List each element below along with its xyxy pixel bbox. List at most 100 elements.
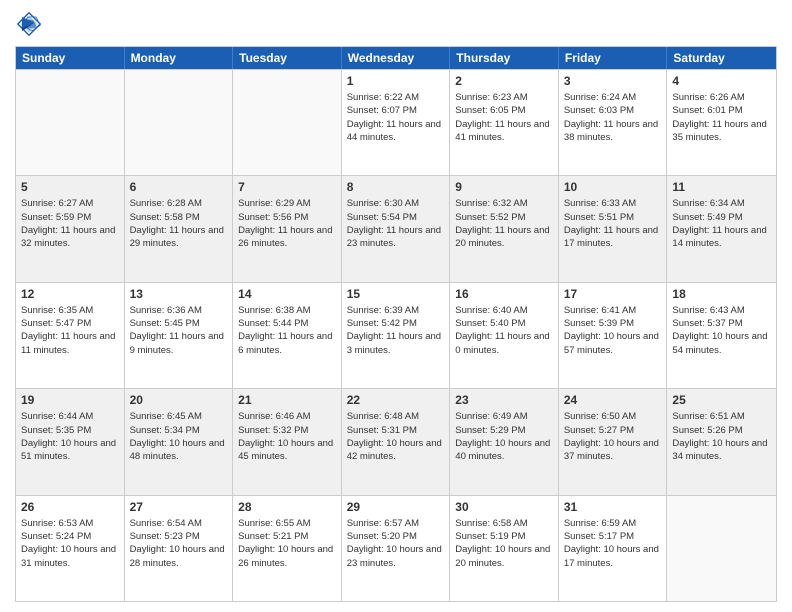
day-info: Sunrise: 6:23 AMSunset: 6:05 PMDaylight:… (455, 91, 553, 144)
cal-cell-3-7: 18 Sunrise: 6:43 AMSunset: 5:37 PMDayligh… (667, 283, 776, 388)
day-number: 29 (347, 500, 445, 514)
day-number: 25 (672, 393, 771, 407)
day-info: Sunrise: 6:30 AMSunset: 5:54 PMDaylight:… (347, 197, 445, 250)
day-info: Sunrise: 6:54 AMSunset: 5:23 PMDaylight:… (130, 517, 228, 570)
header-day-saturday: Saturday (667, 47, 776, 69)
day-info: Sunrise: 6:41 AMSunset: 5:39 PMDaylight:… (564, 304, 662, 357)
header-day-thursday: Thursday (450, 47, 559, 69)
day-info: Sunrise: 6:38 AMSunset: 5:44 PMDaylight:… (238, 304, 336, 357)
week-row-3: 12 Sunrise: 6:35 AMSunset: 5:47 PMDayligh… (16, 282, 776, 388)
day-number: 2 (455, 74, 553, 88)
day-info: Sunrise: 6:53 AMSunset: 5:24 PMDaylight:… (21, 517, 119, 570)
cal-cell-5-6: 31 Sunrise: 6:59 AMSunset: 5:17 PMDayligh… (559, 496, 668, 601)
day-number: 3 (564, 74, 662, 88)
cal-cell-2-6: 10 Sunrise: 6:33 AMSunset: 5:51 PMDayligh… (559, 176, 668, 281)
day-info: Sunrise: 6:29 AMSunset: 5:56 PMDaylight:… (238, 197, 336, 250)
day-number: 20 (130, 393, 228, 407)
day-number: 8 (347, 180, 445, 194)
day-info: Sunrise: 6:55 AMSunset: 5:21 PMDaylight:… (238, 517, 336, 570)
day-info: Sunrise: 6:32 AMSunset: 5:52 PMDaylight:… (455, 197, 553, 250)
day-number: 5 (21, 180, 119, 194)
day-number: 6 (130, 180, 228, 194)
calendar: SundayMondayTuesdayWednesdayThursdayFrid… (15, 46, 777, 602)
day-info: Sunrise: 6:28 AMSunset: 5:58 PMDaylight:… (130, 197, 228, 250)
day-number: 10 (564, 180, 662, 194)
day-info: Sunrise: 6:51 AMSunset: 5:26 PMDaylight:… (672, 410, 771, 463)
day-info: Sunrise: 6:59 AMSunset: 5:17 PMDaylight:… (564, 517, 662, 570)
cal-cell-3-5: 16Sunrise: 6:40 AMSunset: 5:40 PMDayligh… (450, 283, 559, 388)
day-number: 7 (238, 180, 336, 194)
day-info: Sunrise: 6:46 AMSunset: 5:32 PMDaylight:… (238, 410, 336, 463)
day-info: Sunrise: 6:44 AMSunset: 5:35 PMDaylight:… (21, 410, 119, 463)
calendar-body: 1 Sunrise: 6:22 AMSunset: 6:07 PMDaylight… (16, 69, 776, 601)
cal-cell-4-3: 21 Sunrise: 6:46 AMSunset: 5:32 PMDayligh… (233, 389, 342, 494)
day-number: 21 (238, 393, 336, 407)
day-number: 27 (130, 500, 228, 514)
header-day-tuesday: Tuesday (233, 47, 342, 69)
day-info: Sunrise: 6:45 AMSunset: 5:34 PMDaylight:… (130, 410, 228, 463)
cal-cell-2-2: 6 Sunrise: 6:28 AMSunset: 5:58 PMDaylight… (125, 176, 234, 281)
day-number: 26 (21, 500, 119, 514)
day-number: 12 (21, 287, 119, 301)
calendar-header-row: SundayMondayTuesdayWednesdayThursdayFrid… (16, 47, 776, 69)
cal-cell-4-6: 24 Sunrise: 6:50 AMSunset: 5:27 PMDayligh… (559, 389, 668, 494)
day-info: Sunrise: 6:27 AMSunset: 5:59 PMDaylight:… (21, 197, 119, 250)
day-number: 14 (238, 287, 336, 301)
cal-cell-3-6: 17Sunrise: 6:41 AMSunset: 5:39 PMDayligh… (559, 283, 668, 388)
cal-cell-1-4: 1 Sunrise: 6:22 AMSunset: 6:07 PMDaylight… (342, 70, 451, 175)
cal-cell-1-7: 4Sunrise: 6:26 AMSunset: 6:01 PMDaylight… (667, 70, 776, 175)
day-info: Sunrise: 6:58 AMSunset: 5:19 PMDaylight:… (455, 517, 553, 570)
day-info: Sunrise: 6:48 AMSunset: 5:31 PMDaylight:… (347, 410, 445, 463)
week-row-1: 1 Sunrise: 6:22 AMSunset: 6:07 PMDaylight… (16, 69, 776, 175)
cal-cell-1-6: 3 Sunrise: 6:24 AMSunset: 6:03 PMDaylight… (559, 70, 668, 175)
cal-cell-4-2: 20 Sunrise: 6:45 AMSunset: 5:34 PMDayligh… (125, 389, 234, 494)
page: SundayMondayTuesdayWednesdayThursdayFrid… (0, 0, 792, 612)
day-info: Sunrise: 6:22 AMSunset: 6:07 PMDaylight:… (347, 91, 445, 144)
day-number: 15 (347, 287, 445, 301)
cal-cell-2-4: 8 Sunrise: 6:30 AMSunset: 5:54 PMDaylight… (342, 176, 451, 281)
day-number: 28 (238, 500, 336, 514)
cal-cell-3-4: 15 Sunrise: 6:39 AMSunset: 5:42 PMDayligh… (342, 283, 451, 388)
header-day-friday: Friday (559, 47, 668, 69)
day-number: 18 (672, 287, 771, 301)
cal-cell-2-5: 9 Sunrise: 6:32 AMSunset: 5:52 PMDaylight… (450, 176, 559, 281)
cal-cell-4-5: 23Sunrise: 6:49 AMSunset: 5:29 PMDayligh… (450, 389, 559, 494)
day-info: Sunrise: 6:36 AMSunset: 5:45 PMDaylight:… (130, 304, 228, 357)
cal-cell-1-3 (233, 70, 342, 175)
day-info: Sunrise: 6:43 AMSunset: 5:37 PMDaylight:… (672, 304, 771, 357)
cal-cell-4-7: 25 Sunrise: 6:51 AMSunset: 5:26 PMDayligh… (667, 389, 776, 494)
day-number: 9 (455, 180, 553, 194)
logo-icon (15, 10, 43, 38)
day-info: Sunrise: 6:50 AMSunset: 5:27 PMDaylight:… (564, 410, 662, 463)
day-number: 22 (347, 393, 445, 407)
day-number: 11 (672, 180, 771, 194)
header (15, 10, 777, 38)
day-info: Sunrise: 6:24 AMSunset: 6:03 PMDaylight:… (564, 91, 662, 144)
day-number: 1 (347, 74, 445, 88)
cal-cell-5-2: 27 Sunrise: 6:54 AMSunset: 5:23 PMDayligh… (125, 496, 234, 601)
day-number: 19 (21, 393, 119, 407)
day-number: 31 (564, 500, 662, 514)
day-info: Sunrise: 6:49 AMSunset: 5:29 PMDaylight:… (455, 410, 553, 463)
cal-cell-4-1: 19 Sunrise: 6:44 AMSunset: 5:35 PMDayligh… (16, 389, 125, 494)
cal-cell-1-2 (125, 70, 234, 175)
cal-cell-5-4: 29 Sunrise: 6:57 AMSunset: 5:20 PMDayligh… (342, 496, 451, 601)
cal-cell-2-1: 5 Sunrise: 6:27 AMSunset: 5:59 PMDaylight… (16, 176, 125, 281)
cal-cell-3-1: 12 Sunrise: 6:35 AMSunset: 5:47 PMDayligh… (16, 283, 125, 388)
cal-cell-3-3: 14 Sunrise: 6:38 AMSunset: 5:44 PMDayligh… (233, 283, 342, 388)
cal-cell-1-1 (16, 70, 125, 175)
day-number: 24 (564, 393, 662, 407)
cal-cell-2-3: 7 Sunrise: 6:29 AMSunset: 5:56 PMDaylight… (233, 176, 342, 281)
day-info: Sunrise: 6:34 AMSunset: 5:49 PMDaylight:… (672, 197, 771, 250)
day-info: Sunrise: 6:35 AMSunset: 5:47 PMDaylight:… (21, 304, 119, 357)
day-info: Sunrise: 6:57 AMSunset: 5:20 PMDaylight:… (347, 517, 445, 570)
cal-cell-5-3: 28 Sunrise: 6:55 AMSunset: 5:21 PMDayligh… (233, 496, 342, 601)
week-row-4: 19 Sunrise: 6:44 AMSunset: 5:35 PMDayligh… (16, 388, 776, 494)
week-row-2: 5 Sunrise: 6:27 AMSunset: 5:59 PMDaylight… (16, 175, 776, 281)
day-info: Sunrise: 6:33 AMSunset: 5:51 PMDaylight:… (564, 197, 662, 250)
header-day-sunday: Sunday (16, 47, 125, 69)
header-day-monday: Monday (125, 47, 234, 69)
cal-cell-5-7 (667, 496, 776, 601)
day-info: Sunrise: 6:39 AMSunset: 5:42 PMDaylight:… (347, 304, 445, 357)
day-info: Sunrise: 6:26 AMSunset: 6:01 PMDaylight:… (672, 91, 771, 144)
